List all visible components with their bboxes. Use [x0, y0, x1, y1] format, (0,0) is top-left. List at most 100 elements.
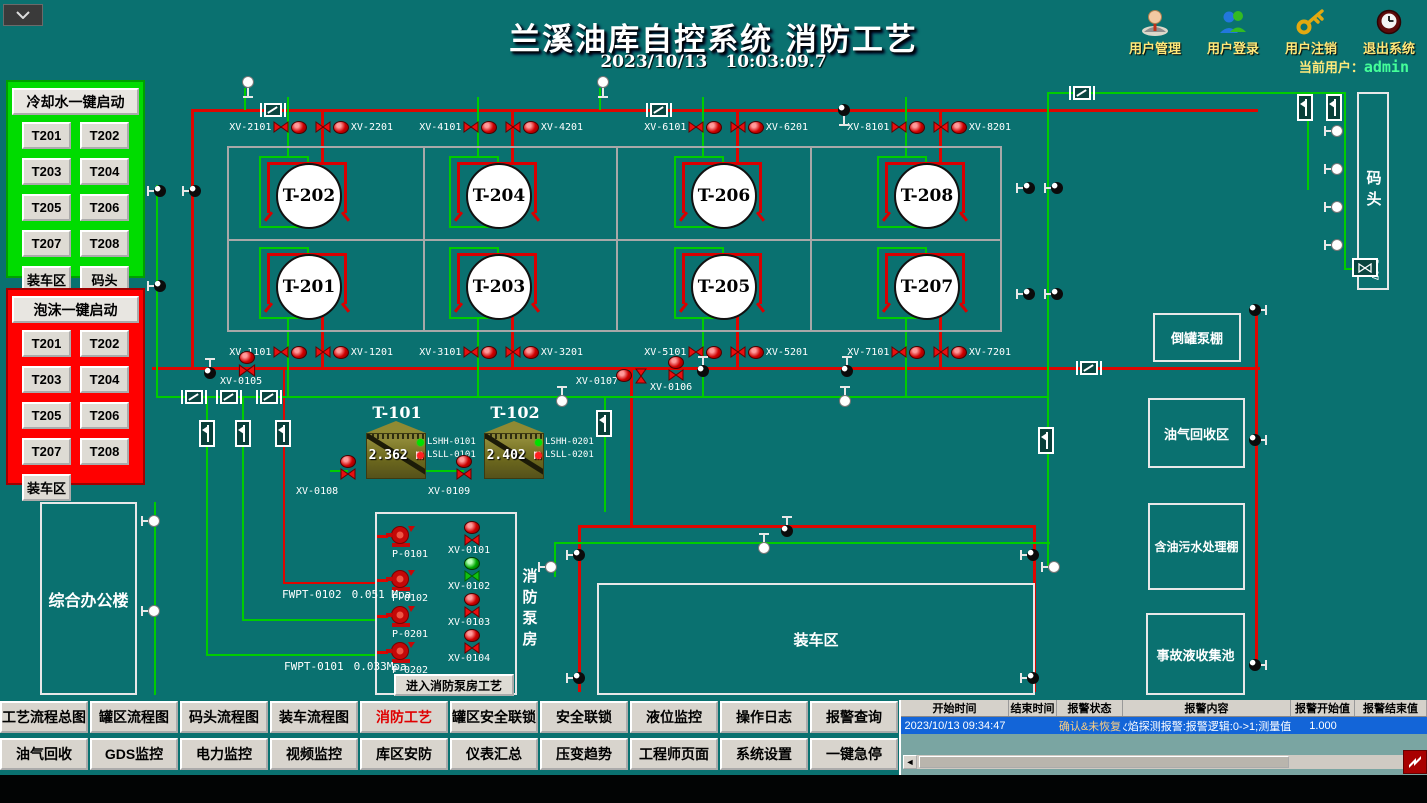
nav-tank-farm-flow[interactable]: 罐区流程图: [90, 701, 178, 733]
nav-pressure-trend[interactable]: 压变趋势: [540, 738, 628, 770]
scroll-thumb[interactable]: [919, 756, 1289, 768]
valve-XV-0104[interactable]: [464, 629, 480, 654]
user-login-button[interactable]: 用户登录: [1207, 8, 1259, 57]
pump-icon-P-0201[interactable]: [386, 604, 416, 628]
valve-XV-0102[interactable]: [464, 557, 480, 582]
foam-t206-button[interactable]: T206: [80, 402, 129, 429]
foam-one-key-title-button[interactable]: 泡沫一键启动: [12, 296, 139, 323]
alarm-flag-button[interactable]: [1403, 750, 1427, 774]
alarm-hscrollbar[interactable]: ◄: [903, 755, 1403, 769]
valve-icon[interactable]: [933, 121, 949, 133]
nav-alarm-query[interactable]: 报警查询: [810, 701, 898, 733]
cooling-t201-button[interactable]: T201: [22, 122, 71, 149]
cooling-t205-button[interactable]: T205: [22, 194, 71, 221]
col-status[interactable]: 报警状态: [1057, 700, 1123, 716]
nav-engineer-page[interactable]: 工程师页面: [630, 738, 718, 770]
foam-t207-button[interactable]: T207: [22, 438, 71, 465]
col-end-time[interactable]: 结束时间: [1009, 700, 1057, 716]
valve-icon[interactable]: [315, 346, 331, 358]
valve-XV-0106[interactable]: [668, 356, 684, 381]
valve-icon[interactable]: [730, 346, 746, 358]
nav-fire-process[interactable]: 消防工艺: [360, 701, 448, 733]
col-content[interactable]: 报警内容: [1123, 700, 1291, 716]
foam-loading-area-button[interactable]: 装车区: [22, 474, 71, 501]
nav-tank-safety-interlock[interactable]: 罐区安全联锁: [450, 701, 538, 733]
fire-monitor-icon: [1043, 181, 1065, 195]
tank-T-203[interactable]: T-203: [466, 254, 532, 320]
tank-T-201[interactable]: T-201: [276, 254, 342, 320]
valve-icon[interactable]: [933, 346, 949, 358]
cooling-t204-button[interactable]: T204: [80, 158, 129, 185]
nav-video-monitor[interactable]: 视频监控: [270, 738, 358, 770]
valve-XV-0105[interactable]: [238, 351, 256, 377]
valve-XV-0107[interactable]: [616, 369, 649, 382]
valve-icon[interactable]: [891, 121, 907, 133]
pipe-segment: [578, 525, 1036, 528]
alarm-start-value: 1.000: [1291, 717, 1355, 734]
nav-safety-interlock[interactable]: 安全联锁: [540, 701, 628, 733]
nav-process-overview[interactable]: 工艺流程总图: [0, 701, 88, 733]
col-start-time[interactable]: 开始时间: [901, 700, 1009, 716]
col-start-value[interactable]: 报警开始值: [1291, 700, 1355, 716]
foam-t205-button[interactable]: T205: [22, 402, 71, 429]
valve-XV-0109[interactable]: [456, 455, 472, 480]
alarm-table: 开始时间 结束时间 报警状态 报警内容 报警开始值 报警结束值 2023/10/…: [899, 700, 1427, 775]
tank-T-205[interactable]: T-205: [691, 254, 757, 320]
valve-XV-0101[interactable]: [464, 521, 480, 546]
valve-icon[interactable]: [730, 121, 746, 133]
valve-icon[interactable]: [688, 121, 704, 133]
nav-level-monitor[interactable]: 液位监控: [630, 701, 718, 733]
valve-indicator: [951, 346, 967, 359]
exit-system-button[interactable]: 退出系统: [1363, 8, 1415, 57]
valve-icon[interactable]: [463, 121, 479, 133]
user-logout-button[interactable]: 用户注销: [1285, 8, 1337, 57]
valve-icon[interactable]: [505, 346, 521, 358]
fire-monitor-icon: [836, 356, 858, 378]
dock-pump-icon[interactable]: [1352, 258, 1378, 277]
nav-site-security[interactable]: 库区安防: [360, 738, 448, 770]
cooling-t203-button[interactable]: T203: [22, 158, 71, 185]
foam-t208-button[interactable]: T208: [80, 438, 129, 465]
pump-icon-P-0101[interactable]: [386, 524, 416, 548]
valve-icon[interactable]: [505, 121, 521, 133]
foam-t204-button[interactable]: T204: [80, 366, 129, 393]
nav-instrument-summary[interactable]: 仪表汇总: [450, 738, 538, 770]
cooling-t208-button[interactable]: T208: [80, 230, 129, 257]
valve-label: XV-0102: [448, 581, 490, 592]
valve-icon[interactable]: [273, 346, 289, 358]
nav-emergency-stop[interactable]: 一键急停: [810, 738, 898, 770]
tank-T-207[interactable]: T-207: [894, 254, 960, 320]
valve-XV-0108[interactable]: [340, 455, 356, 480]
foam-t202-button[interactable]: T202: [80, 330, 129, 357]
cooling-t206-button[interactable]: T206: [80, 194, 129, 221]
nav-operation-log[interactable]: 操作日志: [720, 701, 808, 733]
valve-icon[interactable]: [891, 346, 907, 358]
col-end-value[interactable]: 报警结束值: [1355, 700, 1427, 716]
date-text: 2023/10/13: [600, 52, 707, 72]
valve-icon[interactable]: [315, 121, 331, 133]
valve-XV-0103[interactable]: [464, 593, 480, 618]
nav-system-settings[interactable]: 系统设置: [720, 738, 808, 770]
nav-dock-flow[interactable]: 码头流程图: [180, 701, 268, 733]
alarm-row[interactable]: 2023/10/13 09:34:47 确认&未恢复 火焰探测报警:报警逻辑:0…: [901, 717, 1427, 734]
nav-vapor-recovery[interactable]: 油气回收: [0, 738, 88, 770]
enter-pump-house-button[interactable]: 进入消防泵房工艺: [394, 674, 514, 696]
valve-icon[interactable]: [273, 121, 289, 133]
nav-power-monitor[interactable]: 电力监控: [180, 738, 268, 770]
nav-gds-monitor[interactable]: GDS监控: [90, 738, 178, 770]
tank-T-208[interactable]: T-208: [894, 163, 960, 229]
foam-t201-button[interactable]: T201: [22, 330, 71, 357]
tank-T-202[interactable]: T-202: [276, 163, 342, 229]
tank-T-204[interactable]: T-204: [466, 163, 532, 229]
cooling-t202-button[interactable]: T202: [80, 122, 129, 149]
scroll-left-arrow[interactable]: ◄: [903, 755, 917, 769]
valve-icon: [668, 369, 684, 381]
user-manage-button[interactable]: 用户管理: [1129, 8, 1181, 57]
cooling-one-key-title-button[interactable]: 冷却水一键启动: [12, 88, 139, 115]
cooling-t207-button[interactable]: T207: [22, 230, 71, 257]
foam-t203-button[interactable]: T203: [22, 366, 71, 393]
nav-loading-flow[interactable]: 装车流程图: [270, 701, 358, 733]
fire-monitor-icon: [565, 671, 587, 685]
tank-T-206[interactable]: T-206: [691, 163, 757, 229]
valve-icon[interactable]: [463, 346, 479, 358]
